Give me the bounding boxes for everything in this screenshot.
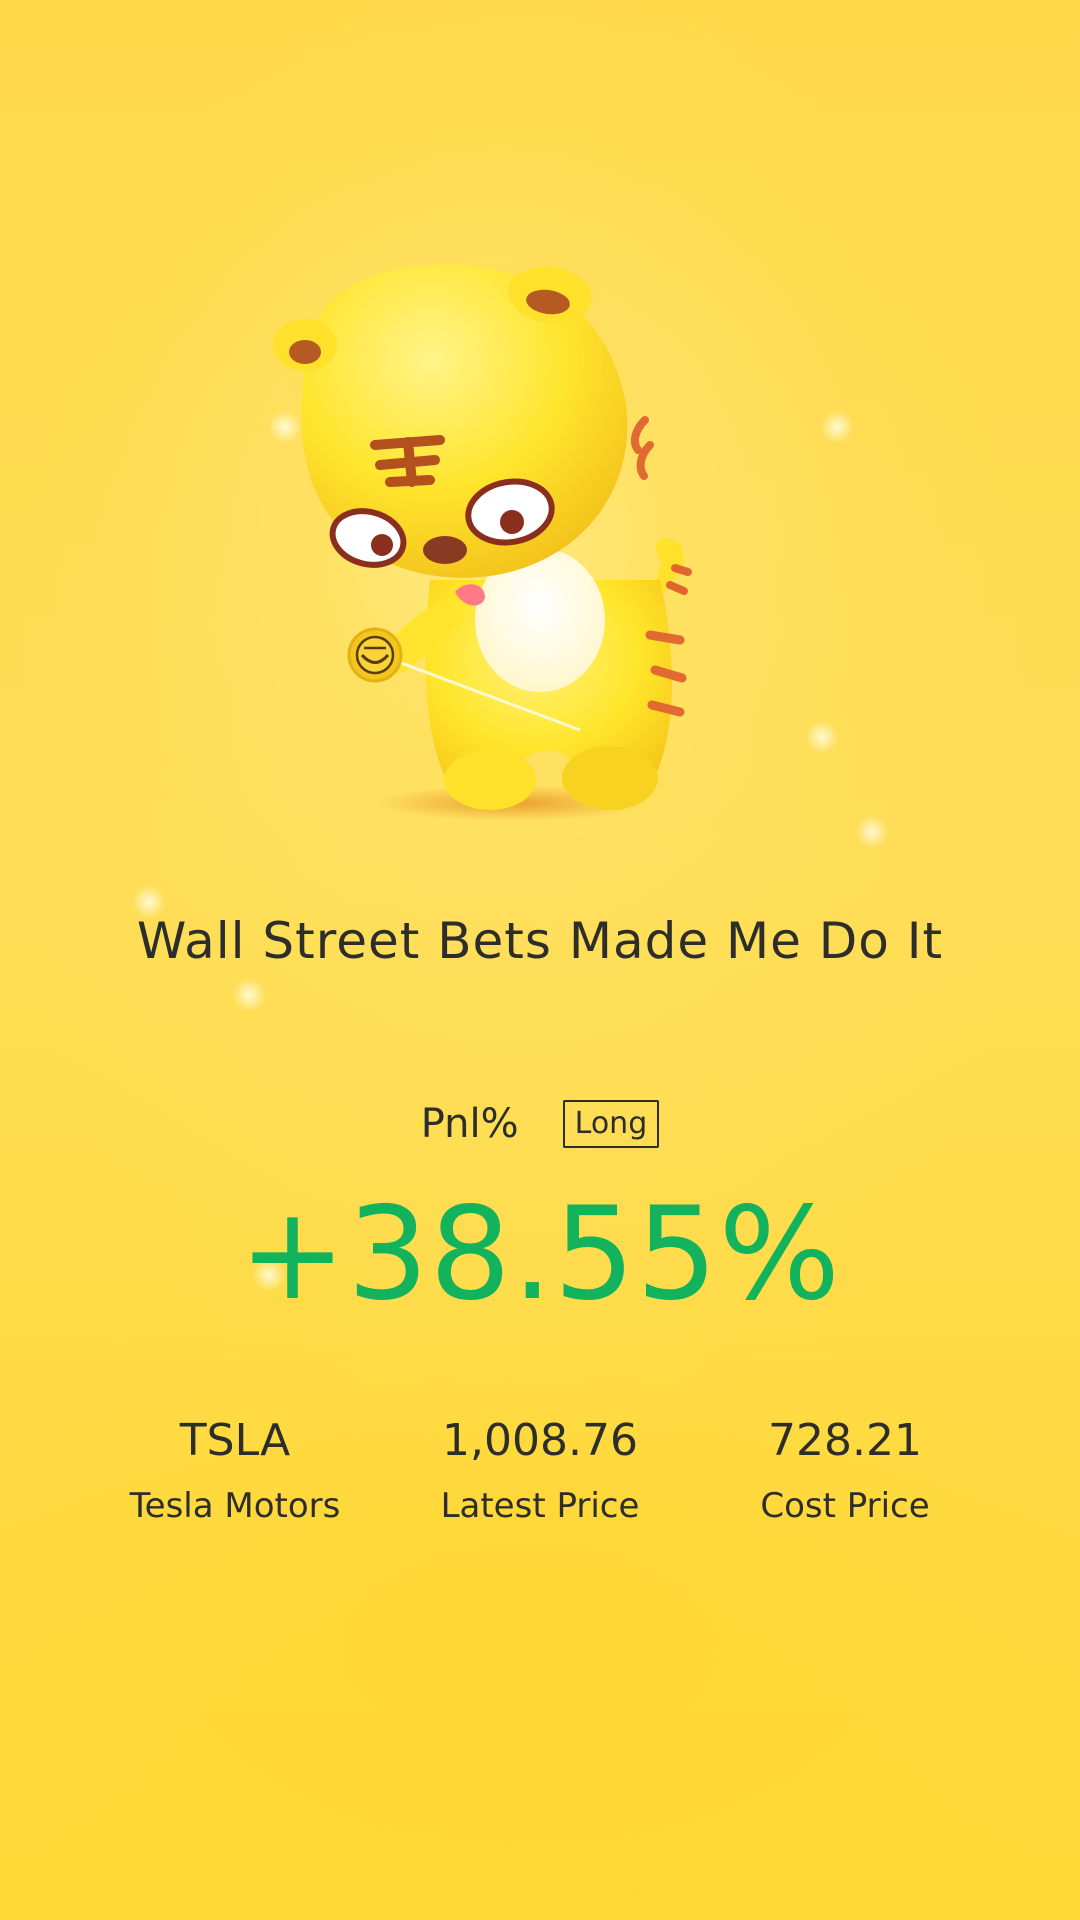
pnl-percentage: +38.55% (238, 1180, 842, 1329)
post-title: Wall Street Bets Made Me Do It (136, 912, 944, 970)
stock-name: Tesla Motors (129, 1486, 341, 1526)
stock-stats: TSLA Tesla Motors 1,008.76 Latest Price … (85, 1410, 995, 1526)
cost-price-label: Cost Price (760, 1486, 930, 1526)
latest-price-block: 1,008.76 Latest Price (390, 1410, 690, 1526)
latest-price-value: 1,008.76 (442, 1415, 638, 1466)
cost-price-block: 728.21 Cost Price (695, 1410, 995, 1526)
sparkle-decoration (855, 815, 889, 849)
sparkle-decoration (232, 978, 266, 1012)
position-side-badge: Long (562, 1100, 660, 1148)
cost-price-value: 728.21 (768, 1415, 922, 1466)
sparkle-decoration (820, 410, 854, 444)
tiger-mascot-icon (273, 264, 692, 821)
share-card: Wall Street Bets Made Me Do It Pnl% Long… (0, 0, 1080, 1920)
pnl-label: Pnl% (420, 1101, 519, 1147)
latest-price-label: Latest Price (440, 1486, 640, 1526)
pnl-header: Pnl% Long (0, 1100, 1080, 1148)
background-glow-bottom (0, 1300, 1080, 1920)
stock-symbol-block: TSLA Tesla Motors (85, 1410, 385, 1526)
stock-symbol: TSLA (179, 1415, 291, 1466)
sparkle-decoration (805, 720, 839, 754)
